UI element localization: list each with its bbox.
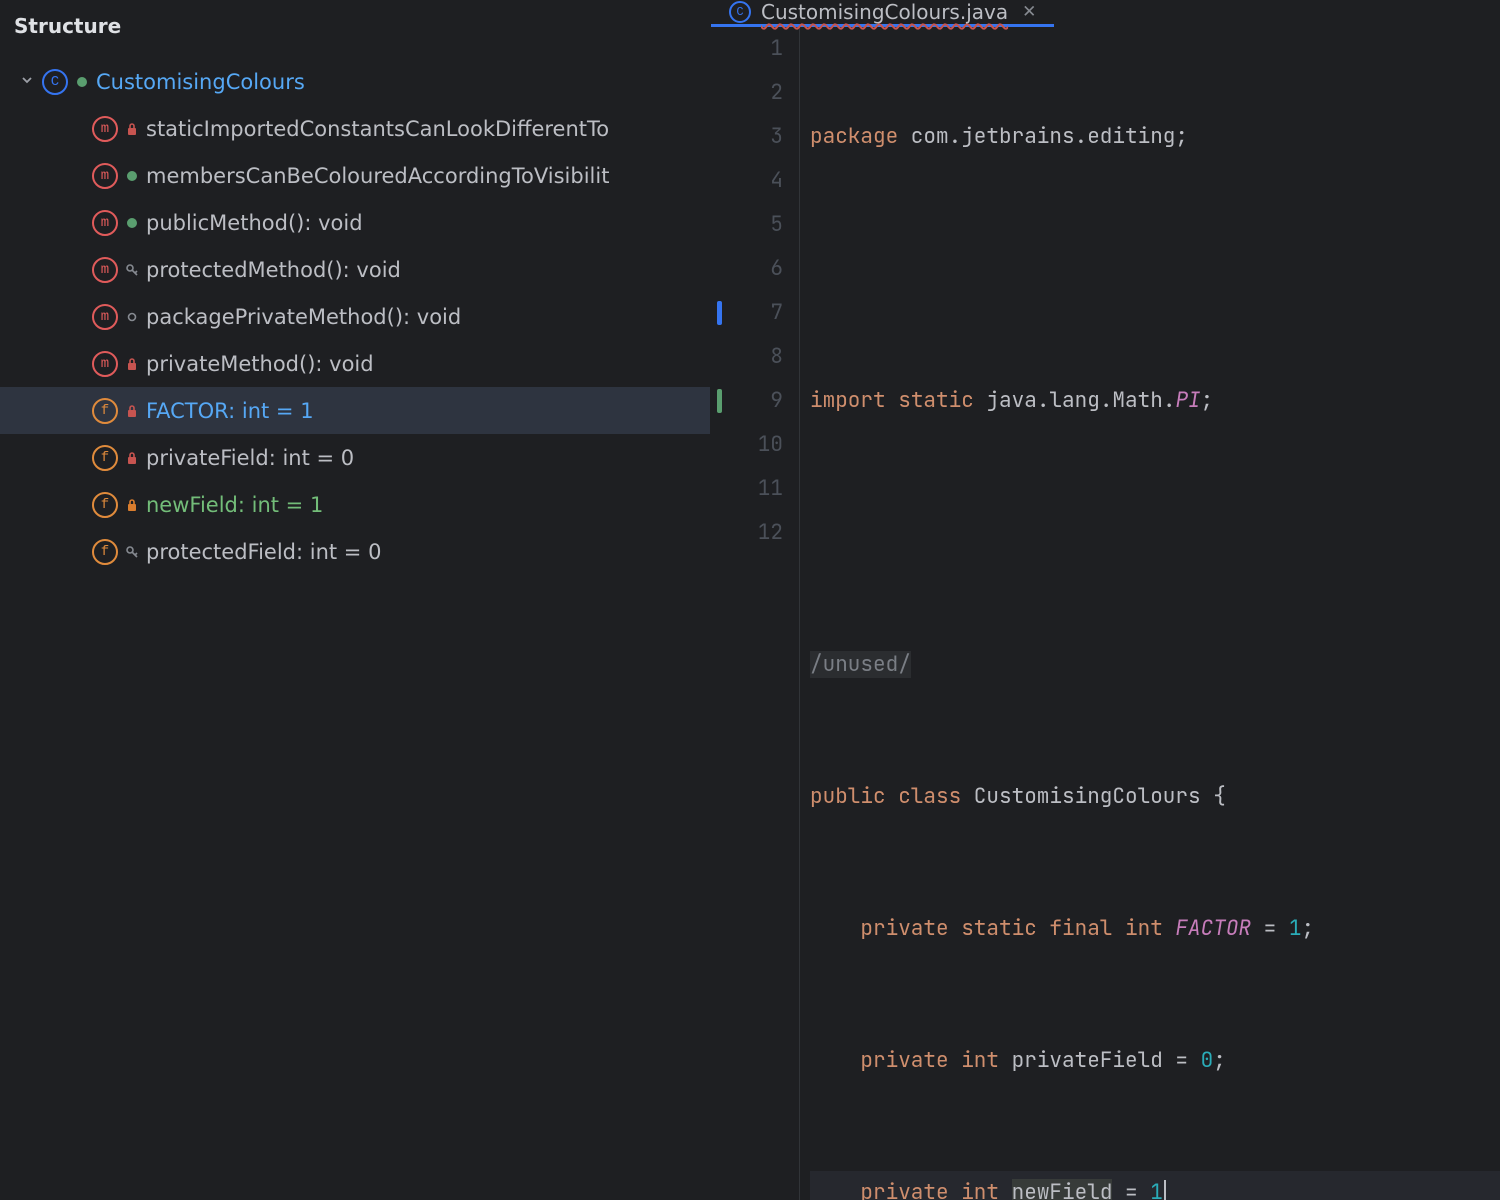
class-name-label: CustomisingColours	[96, 70, 305, 94]
line-number: 1	[711, 27, 783, 71]
line-number: 6	[711, 247, 783, 291]
line-number: 9	[711, 379, 783, 423]
tree-item[interactable]: m protectedMethod(): void	[0, 246, 710, 293]
code-line[interactable]	[810, 511, 1500, 555]
tree-item-label: membersCanBeColouredAccordingToVisibilit	[146, 164, 609, 188]
field-icon: f	[92, 398, 118, 424]
tree-item-label: staticImportedConstantsCanLookDifferentT…	[146, 117, 609, 141]
code-line[interactable]: package com.jetbrains.editing;	[810, 115, 1500, 159]
code-line[interactable]: private int privateField = 0;	[810, 1039, 1500, 1083]
code-line[interactable]: /unused/	[810, 643, 1500, 687]
private-lock-icon	[124, 451, 140, 465]
line-number: 5	[711, 203, 783, 247]
method-icon: m	[92, 304, 118, 330]
tab-title: CustomisingColours.java	[761, 0, 1008, 24]
line-number: 3	[711, 115, 783, 159]
method-icon: m	[92, 210, 118, 236]
structure-tree: C CustomisingColours m staticImportedCon…	[0, 50, 710, 575]
tree-item[interactable]: f newField: int = 1	[0, 481, 710, 528]
method-icon: m	[92, 351, 118, 377]
editor-body[interactable]: 1 2 3 4 5 6 7 8 9 10 11 12 package com.j…	[711, 27, 1500, 1200]
code-line[interactable]: private static final int FACTOR = 1;	[810, 907, 1500, 951]
public-visibility-icon	[124, 217, 140, 229]
tree-item[interactable]: m publicMethod(): void	[0, 199, 710, 246]
protected-key-icon	[124, 263, 140, 277]
line-number: 12	[711, 511, 783, 555]
tree-item-label: newField: int = 1	[146, 493, 323, 517]
code-line[interactable]: public class CustomisingColours {	[810, 775, 1500, 819]
tree-item[interactable]: m privateMethod(): void	[0, 340, 710, 387]
vcs-add-marker-icon	[717, 389, 722, 413]
line-number: 11	[711, 467, 783, 511]
tree-item-label: packagePrivateMethod(): void	[146, 305, 461, 329]
editor-tab-bar: C CustomisingColours.java ✕	[711, 0, 1500, 27]
structure-title: Structure	[0, 0, 710, 50]
private-lock-icon	[124, 357, 140, 371]
public-visibility-icon	[74, 76, 90, 88]
tree-item-label: privateMethod(): void	[146, 352, 374, 376]
line-number: 8	[711, 335, 783, 379]
tree-item-label: publicMethod(): void	[146, 211, 363, 235]
tree-item-label: protectedMethod(): void	[146, 258, 401, 282]
tree-item[interactable]: m packagePrivateMethod(): void	[0, 293, 710, 340]
field-icon: f	[92, 539, 118, 565]
tree-item[interactable]: f protectedField: int = 0	[0, 528, 710, 575]
method-icon: m	[92, 116, 118, 142]
editor-code[interactable]: package com.jetbrains.editing; import st…	[799, 27, 1500, 1200]
code-line[interactable]: import static java.lang.Math.PI;	[810, 379, 1500, 423]
tree-item[interactable]: m membersCanBeColouredAccordingToVisibil…	[0, 152, 710, 199]
method-icon: m	[92, 163, 118, 189]
protected-key-icon	[124, 545, 140, 559]
code-line[interactable]	[810, 247, 1500, 291]
class-icon: C	[42, 69, 68, 95]
tree-item[interactable]: m staticImportedConstantsCanLookDifferen…	[0, 105, 710, 152]
class-icon: C	[729, 1, 751, 23]
line-number: 2	[711, 71, 783, 115]
private-lock-icon	[124, 404, 140, 418]
field-icon: f	[92, 445, 118, 471]
field-icon: f	[92, 492, 118, 518]
structure-panel: Structure C CustomisingColours m staticI…	[0, 0, 710, 600]
package-visibility-icon	[124, 312, 140, 322]
line-number: 10	[711, 423, 783, 467]
public-visibility-icon	[124, 170, 140, 182]
editor-tab[interactable]: C CustomisingColours.java ✕	[711, 0, 1054, 27]
vcs-change-marker-icon	[717, 301, 722, 325]
method-icon: m	[92, 257, 118, 283]
code-line-current[interactable]: private int newField = 1	[810, 1171, 1500, 1200]
tree-item-selected[interactable]: f FACTOR: int = 1	[0, 387, 710, 434]
tree-item-label: privateField: int = 0	[146, 446, 354, 470]
private-lock-icon	[124, 122, 140, 136]
chevron-down-icon[interactable]	[18, 74, 36, 90]
tree-item[interactable]: f privateField: int = 0	[0, 434, 710, 481]
editor-panel: C CustomisingColours.java ✕ 1 2 3 4 5 6 …	[710, 0, 1500, 600]
private-lock-icon	[124, 498, 140, 512]
line-number: 7	[711, 291, 783, 335]
line-number: 4	[711, 159, 783, 203]
tree-class-row[interactable]: C CustomisingColours	[0, 58, 710, 105]
tree-item-label: FACTOR: int = 1	[146, 399, 314, 423]
tree-item-label: protectedField: int = 0	[146, 540, 381, 564]
text-caret-icon	[1164, 1180, 1166, 1200]
close-icon[interactable]: ✕	[1022, 2, 1036, 22]
editor-gutter: 1 2 3 4 5 6 7 8 9 10 11 12	[711, 27, 799, 1200]
